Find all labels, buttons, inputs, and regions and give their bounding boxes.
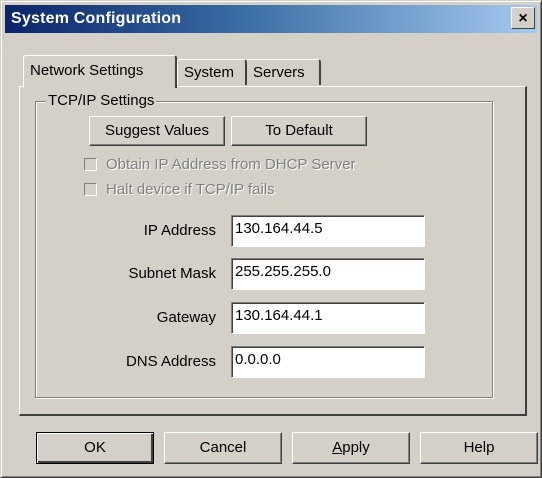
checkbox-label: Halt device if TCP/IP fails xyxy=(106,181,275,198)
subnet-mask-label: Subnet Mask xyxy=(128,265,216,282)
to-default-button[interactable]: To Default xyxy=(231,116,367,146)
ip-address-field[interactable]: 130.164.44.5 xyxy=(231,215,425,247)
close-icon: × xyxy=(518,10,528,27)
ok-button[interactable]: OK xyxy=(36,432,154,464)
gateway-label: Gateway xyxy=(156,309,216,326)
button-label: pply xyxy=(342,439,370,456)
group-title: TCP/IP Settings xyxy=(46,92,157,109)
tab-servers[interactable]: Servers xyxy=(246,59,321,85)
tab-label: Servers xyxy=(253,64,305,81)
dns-address-field[interactable]: 0.0.0.0 xyxy=(231,346,425,378)
system-configuration-dialog: System Configuration × Servers System Ne… xyxy=(0,0,542,478)
button-label: OK xyxy=(84,439,106,456)
tab-network-settings[interactable]: Network Settings xyxy=(23,55,177,88)
field-value: 130.164.44.5 xyxy=(235,220,323,237)
button-label: Cancel xyxy=(199,439,247,456)
ip-address-label: IP Address xyxy=(143,222,216,239)
button-label: Help xyxy=(463,439,495,456)
field-value: 255.255.255.0 xyxy=(235,263,331,280)
tab-label: Network Settings xyxy=(30,62,144,79)
tcpip-settings-group: TCP/IP Settings Suggest Values To Defaul… xyxy=(35,92,493,398)
apply-button[interactable]: Apply xyxy=(292,432,410,464)
network-settings-panel: TCP/IP Settings Suggest Values To Defaul… xyxy=(19,86,527,416)
title-bar[interactable]: System Configuration × xyxy=(5,5,537,33)
halt-device-checkbox[interactable] xyxy=(84,183,97,196)
dns-address-label: DNS Address xyxy=(125,353,216,370)
gateway-field[interactable]: 130.164.44.1 xyxy=(231,302,425,334)
field-value: 130.164.44.1 xyxy=(235,307,323,324)
close-button[interactable]: × xyxy=(511,7,535,29)
apply-accelerator: A xyxy=(332,439,343,456)
tab-label: System xyxy=(184,64,235,81)
button-label: Suggest Values xyxy=(105,122,209,139)
window-title: System Configuration xyxy=(11,10,182,27)
field-value: 0.0.0.0 xyxy=(235,351,281,368)
dhcp-checkbox[interactable] xyxy=(84,158,97,171)
subnet-mask-field[interactable]: 255.255.255.0 xyxy=(231,258,425,290)
help-button[interactable]: Help xyxy=(420,432,538,464)
cancel-button[interactable]: Cancel xyxy=(164,432,282,464)
tab-system[interactable]: System xyxy=(177,59,247,85)
button-label: To Default xyxy=(265,122,333,139)
suggest-values-button[interactable]: Suggest Values xyxy=(89,116,225,146)
checkbox-label: Obtain IP Address from DHCP Server xyxy=(106,156,356,173)
